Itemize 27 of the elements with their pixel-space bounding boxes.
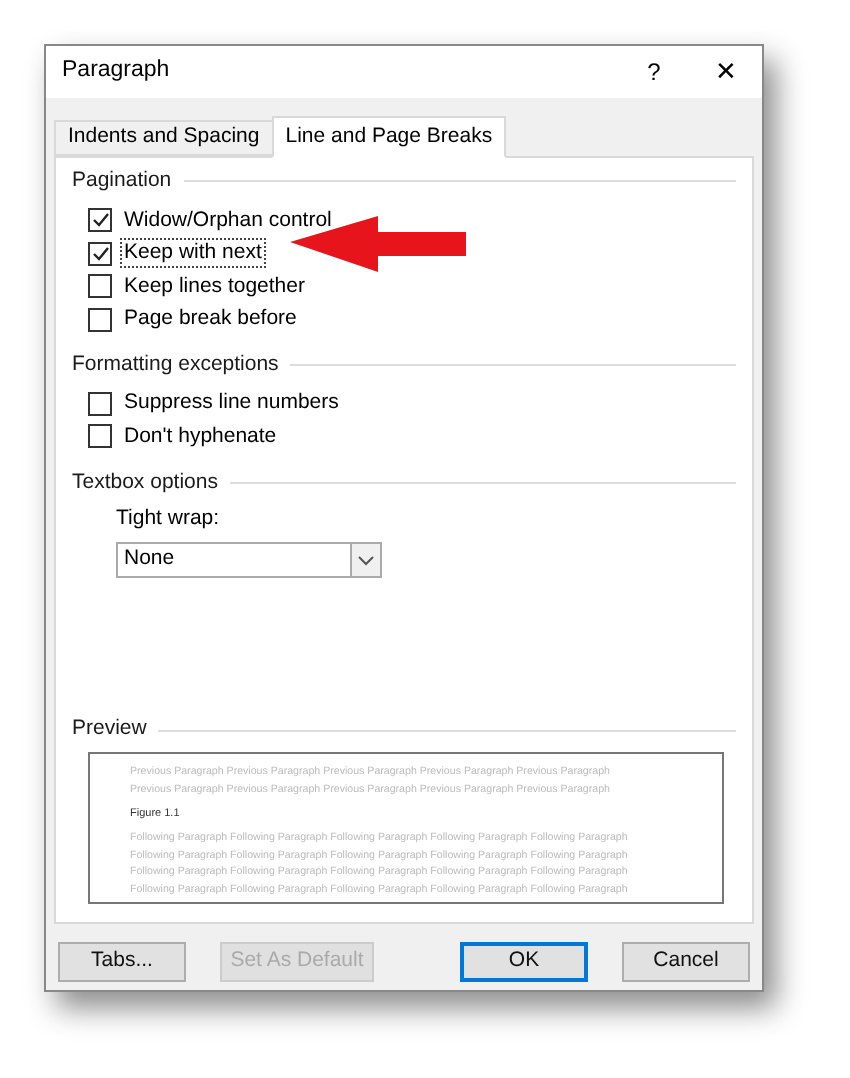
checkbox[interactable] (88, 274, 112, 298)
field-label: Tight wrap: (116, 504, 222, 535)
close-button[interactable]: ✕ (690, 52, 762, 92)
help-button[interactable]: ? (618, 54, 690, 90)
checkbox[interactable] (88, 391, 112, 416)
section-heading: Textbox options (72, 467, 218, 497)
section-heading: Preview (72, 714, 147, 745)
dropdown[interactable]: None (116, 542, 382, 578)
checkbox-label[interactable]: Page break before (122, 306, 299, 332)
checkbox-label[interactable]: Widow/Orphan control (122, 207, 334, 233)
tab[interactable]: Line and Page Breaks (271, 116, 507, 158)
checkbox-label[interactable]: Keep lines together (122, 273, 307, 299)
window-title: Paragraph (60, 56, 172, 87)
checkbox-label[interactable]: Don't hyphenate (122, 423, 279, 450)
section-heading: Formatting exceptions (72, 349, 279, 380)
checkbox-label[interactable]: Suppress line numbers (122, 390, 341, 417)
checkbox[interactable] (88, 424, 112, 449)
chevron-down-icon (358, 555, 374, 565)
dialog-button[interactable]: Tabs... (58, 942, 186, 982)
section-heading: Pagination (72, 166, 172, 196)
checkbox-label[interactable]: Keep with next (122, 240, 264, 266)
checkbox[interactable] (88, 241, 112, 265)
checkbox[interactable] (88, 307, 112, 331)
tab[interactable]: Indents and Spacing (54, 120, 272, 156)
dialog-button[interactable]: Cancel (622, 942, 750, 982)
dialog-button[interactable]: OK (460, 942, 588, 982)
checkbox[interactable] (88, 208, 112, 232)
